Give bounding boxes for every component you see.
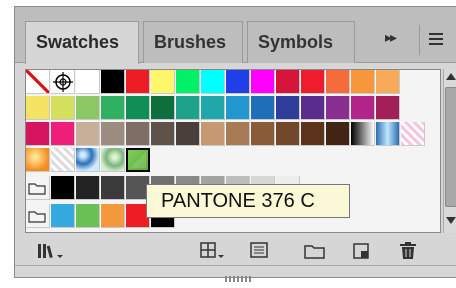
scroll-down-icon[interactable] (446, 217, 456, 224)
color-swatch[interactable] (351, 70, 375, 94)
color-swatch[interactable] (251, 122, 275, 146)
divider (15, 265, 456, 266)
scrollbar[interactable] (443, 69, 456, 233)
show-swatch-kinds-icon[interactable] (199, 241, 227, 261)
color-group-folder-icon[interactable] (26, 176, 50, 200)
color-swatch[interactable] (151, 122, 175, 146)
gradient-swatch[interactable] (401, 122, 425, 146)
color-swatch[interactable] (76, 96, 100, 120)
new-color-group-icon[interactable] (303, 241, 327, 261)
color-swatch[interactable] (376, 70, 400, 94)
color-swatch[interactable] (176, 70, 200, 94)
color-swatch[interactable] (151, 96, 175, 120)
scroll-thumb[interactable] (445, 87, 456, 207)
gradient-swatch[interactable] (376, 122, 400, 146)
selected-color-swatch[interactable] (126, 148, 150, 172)
color-swatch[interactable] (226, 122, 250, 146)
color-swatch[interactable] (201, 96, 225, 120)
color-swatch[interactable] (326, 96, 350, 120)
color-swatch[interactable] (151, 70, 175, 94)
color-swatch[interactable] (201, 70, 225, 94)
color-swatch[interactable] (251, 70, 275, 94)
color-swatch[interactable] (51, 96, 75, 120)
tab-brushes[interactable]: Brushes (143, 21, 243, 63)
color-swatch[interactable] (376, 96, 400, 120)
color-swatch[interactable] (51, 122, 75, 146)
swatch-tooltip: PANTONE 376 C (146, 184, 350, 218)
registration-swatch-icon[interactable] (51, 70, 75, 94)
color-swatch[interactable] (301, 122, 325, 146)
color-swatch[interactable] (276, 70, 300, 94)
color-swatch[interactable] (326, 70, 350, 94)
new-swatch-icon[interactable] (351, 241, 373, 261)
color-swatch[interactable] (76, 122, 100, 146)
color-swatch[interactable] (101, 122, 125, 146)
color-swatch[interactable] (176, 122, 200, 146)
color-swatch[interactable] (51, 176, 75, 200)
color-swatch[interactable] (301, 96, 325, 120)
none-swatch[interactable] (26, 70, 50, 94)
color-swatch[interactable] (26, 122, 50, 146)
swatch-libraries-menu-icon[interactable] (37, 241, 67, 261)
color-swatch[interactable] (76, 176, 100, 200)
tab-bar: Swatches Brushes Symbols ▸▸ (15, 7, 456, 64)
panel-menu-icon[interactable] (429, 33, 449, 47)
tab-swatches[interactable]: Swatches (25, 21, 139, 64)
pattern-swatch[interactable] (51, 148, 75, 172)
color-swatch[interactable] (276, 96, 300, 120)
color-swatch[interactable] (101, 96, 125, 120)
resize-gripper[interactable] (225, 269, 253, 282)
gradient-swatch[interactable] (26, 148, 50, 172)
delete-swatch-icon[interactable] (397, 241, 419, 261)
tab-symbols[interactable]: Symbols (247, 21, 355, 63)
gradient-swatch[interactable] (351, 122, 375, 146)
color-swatch[interactable] (101, 70, 125, 94)
color-swatch[interactable] (276, 122, 300, 146)
color-swatch[interactable] (101, 204, 125, 228)
swatches-panel: Swatches Brushes Symbols ▸▸ (14, 6, 456, 282)
color-swatch[interactable] (126, 96, 150, 120)
divider (419, 25, 420, 55)
color-swatch[interactable] (76, 70, 100, 94)
color-swatch[interactable] (176, 96, 200, 120)
color-swatch[interactable] (301, 70, 325, 94)
color-swatch[interactable] (226, 70, 250, 94)
panel-expand-icon[interactable]: ▸▸ (385, 29, 397, 46)
color-swatch[interactable] (101, 176, 125, 200)
swatch-options-icon[interactable] (249, 241, 271, 261)
pattern-swatch[interactable] (101, 148, 125, 172)
pattern-swatch[interactable] (76, 148, 100, 172)
color-swatch[interactable] (26, 96, 50, 120)
color-group-folder-icon[interactable] (26, 204, 50, 228)
scroll-up-icon[interactable] (446, 73, 456, 80)
color-swatch[interactable] (201, 122, 225, 146)
color-swatch[interactable] (251, 96, 275, 120)
panel-footer (15, 233, 456, 267)
color-swatch[interactable] (51, 204, 75, 228)
color-swatch[interactable] (326, 122, 350, 146)
color-swatch[interactable] (126, 122, 150, 146)
color-swatch[interactable] (126, 70, 150, 94)
color-swatch[interactable] (76, 204, 100, 228)
color-swatch[interactable] (226, 96, 250, 120)
color-swatch[interactable] (351, 96, 375, 120)
